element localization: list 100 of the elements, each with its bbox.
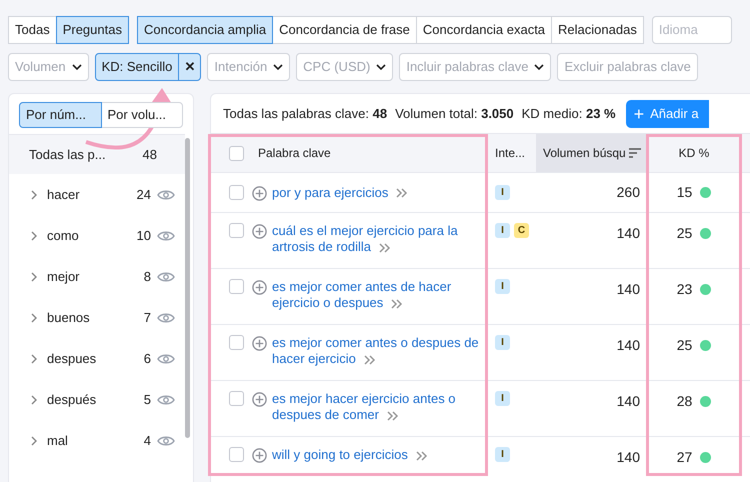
column-header[interactable]: Volumen búsqu <box>536 134 648 172</box>
plus-icon: + <box>634 104 644 122</box>
eye-icon[interactable] <box>157 434 175 446</box>
group-label[interactable]: buenos <box>47 308 144 328</box>
eye-icon[interactable] <box>157 352 175 364</box>
add-circle-icon[interactable] <box>252 392 267 407</box>
match-tab[interactable]: Concordancia exacta <box>416 16 552 44</box>
filter-chip-label: KD: Sencillo <box>100 58 174 76</box>
type-tab[interactable]: Preguntas <box>56 16 129 44</box>
keyword-link[interactable]: es mejor hacer ejercicio antes o despues de comer <box>272 391 482 423</box>
intent-badge: C <box>514 223 529 238</box>
kd-cell-text: 27 <box>676 448 692 467</box>
sort-tab[interactable]: Por núm... <box>19 102 102 128</box>
keyword-link[interactable]: por y para ejercicios <box>272 184 408 200</box>
intent-badge: I <box>495 447 510 462</box>
checkbox[interactable] <box>229 391 244 406</box>
kd-cell-text: 25 <box>676 224 692 243</box>
keyword-link[interactable]: es mejor comer antes o despues de hacer ejercicio <box>272 335 482 367</box>
chevron-right-icon[interactable] <box>31 312 37 322</box>
group-count: 10 <box>136 226 151 245</box>
chevron-right-icon[interactable] <box>31 230 37 240</box>
checkbox[interactable] <box>229 184 244 200</box>
checkbox[interactable] <box>229 279 244 294</box>
group-count: 48 <box>142 146 157 164</box>
group-label[interactable]: mal <box>47 430 144 450</box>
add-circle-icon[interactable] <box>252 224 267 239</box>
eye-icon[interactable] <box>157 394 175 406</box>
summary-stat: Todas las palabras clave: 48 <box>223 104 388 123</box>
chevron-down-icon <box>273 64 284 70</box>
scrollbar[interactable] <box>185 138 190 438</box>
double-chevron-icon[interactable] <box>364 354 376 365</box>
group-label[interactable]: despues <box>47 348 144 368</box>
type-tab[interactable]: Todas <box>8 16 57 44</box>
sort-tab[interactable]: Por volu... <box>100 102 183 128</box>
eye-icon[interactable] <box>157 312 175 324</box>
kd-cell-text: 15 <box>676 183 692 202</box>
group-label[interactable]: después <box>47 390 144 410</box>
eye-icon[interactable] <box>157 270 175 282</box>
intent-badge: I <box>495 185 510 200</box>
add-circle-icon[interactable] <box>252 336 267 351</box>
chevron-right-icon[interactable] <box>31 272 37 282</box>
group-count: 6 <box>144 350 151 368</box>
volume-cell-text: 140 <box>616 336 641 355</box>
chevron-right-icon[interactable] <box>31 354 37 364</box>
all-keywords-row[interactable]: Todas las p... 48 <box>9 134 185 174</box>
double-chevron-icon[interactable] <box>379 242 391 253</box>
intent-badge: I <box>495 335 510 350</box>
volume-cell-text: 140 <box>616 448 641 467</box>
kd-cell-text: 23 <box>676 280 692 299</box>
match-tab[interactable]: Concordancia de frase <box>272 16 417 44</box>
column-header[interactable]: Palabra clave <box>258 144 331 162</box>
group-count: 5 <box>144 390 151 409</box>
add-circle-icon[interactable] <box>252 186 267 200</box>
summary-stat: Volumen total: 3.050 <box>395 104 514 123</box>
volume-cell-text: 140 <box>616 280 641 299</box>
chevron-down-icon <box>534 64 544 70</box>
checkbox[interactable] <box>229 447 244 462</box>
double-chevron-icon[interactable] <box>386 410 399 421</box>
kd-cell-text: 28 <box>676 392 692 411</box>
chevron-right-icon[interactable] <box>31 394 37 404</box>
group-count: 7 <box>144 308 151 327</box>
add-circle-icon[interactable] <box>252 448 267 463</box>
checkbox[interactable] <box>229 335 244 350</box>
intent-badge: I <box>495 391 510 406</box>
column-header[interactable]: KD % <box>648 144 740 162</box>
eye-icon[interactable] <box>157 230 175 242</box>
group-label: Todas las p... <box>29 146 106 164</box>
column-header[interactable]: Inte... <box>488 144 536 162</box>
chevron-right-icon[interactable] <box>31 190 37 200</box>
kd-cell-text: 25 <box>676 336 692 355</box>
volume-cell-text: 260 <box>616 183 641 202</box>
group-label[interactable]: como <box>47 226 137 246</box>
sort-icon[interactable] <box>629 148 641 158</box>
group-count: 24 <box>136 186 151 204</box>
eye-icon[interactable] <box>157 188 175 200</box>
group-label[interactable]: mejor <box>47 266 144 286</box>
chevron-right-icon[interactable] <box>31 436 37 446</box>
keyword-link[interactable]: will y going to ejercicios <box>272 447 428 463</box>
double-chevron-icon[interactable] <box>391 298 404 309</box>
double-chevron-icon[interactable] <box>396 188 408 198</box>
language-field[interactable]: Idioma <box>652 16 732 44</box>
double-chevron-icon[interactable] <box>416 450 428 461</box>
group-count: 4 <box>144 432 151 450</box>
checkbox[interactable] <box>229 146 244 160</box>
intent-badge: I <box>495 279 510 294</box>
group-label[interactable]: hacer <box>47 184 137 204</box>
keyword-link[interactable]: es mejor comer antes de hacer ejercicio o despues <box>272 279 482 311</box>
filter-chip[interactable]: KD: Sencillo ✕ <box>94 52 202 80</box>
match-tab[interactable]: Concordancia amplia <box>136 16 274 44</box>
keyword-link[interactable]: cuál es el mejor ejercicio para la artrosis de rodilla <box>272 223 482 255</box>
chevron-down-icon <box>376 64 386 70</box>
checkbox[interactable] <box>229 223 244 238</box>
intent-badge: I <box>495 223 510 238</box>
add-circle-icon[interactable] <box>252 280 267 295</box>
close-button[interactable]: ✕ <box>178 54 200 80</box>
match-tab[interactable]: Relacionadas <box>551 16 644 44</box>
summary-stat: KD medio: 23 % <box>522 104 616 123</box>
group-count: 8 <box>144 268 151 286</box>
chevron-down-icon <box>72 64 82 70</box>
volume-cell-text: 140 <box>616 392 641 411</box>
